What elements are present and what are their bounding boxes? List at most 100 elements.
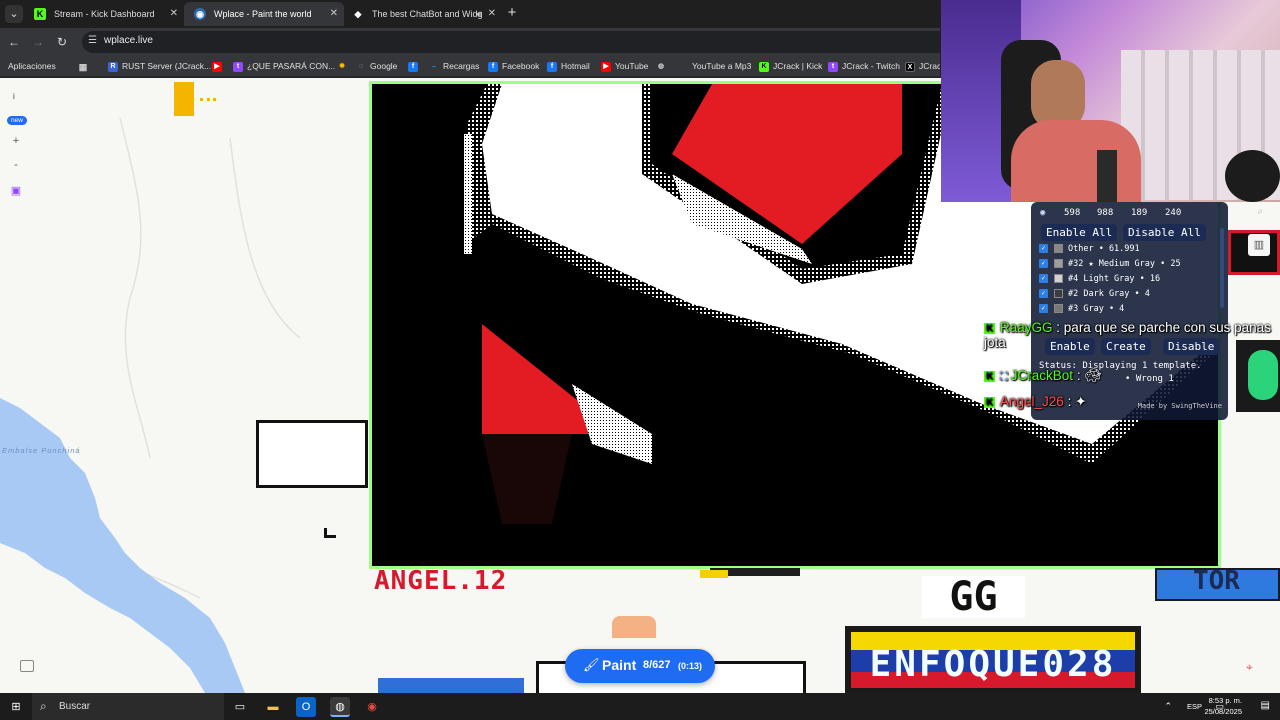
bookmark-label: Recargas: [443, 61, 480, 71]
bookmark-jcrack-kick[interactable]: K JCrack | Kick: [759, 59, 822, 74]
taskbar-search[interactable]: ⌕ Buscar: [32, 693, 224, 720]
bookmark-grid[interactable]: ▦: [78, 59, 92, 74]
bookmark-jcrack-x[interactable]: X JCrack: [905, 59, 940, 74]
bookmark-facebook[interactable]: f Facebook: [488, 59, 539, 74]
bookmark-label: Facebook: [502, 61, 540, 71]
clock-time[interactable]: 8:53 p. m.: [1198, 696, 1242, 705]
speaker-icon[interactable]: 🔊︎: [476, 2, 482, 26]
bookmark-hotmail[interactable]: f Hotmail: [547, 59, 590, 74]
color-filter-row[interactable]: ✓ #4 Light Gray • 16: [1039, 272, 1160, 286]
pixel-art-rectangle: [256, 420, 368, 488]
tab-chatbot[interactable]: ◆ The best ChatBot and Widg 🔊︎ ✕: [342, 2, 502, 26]
location-icon[interactable]: ⌖: [1246, 660, 1253, 675]
color-filter-row[interactable]: ✓ Other • 61.991: [1039, 242, 1140, 256]
clock-date[interactable]: 25/08/2025: [1198, 707, 1242, 716]
chart-icon[interactable]: ▥: [1248, 234, 1270, 256]
address-bar[interactable]: ☰ wplace.live: [82, 31, 940, 53]
chrome-icon[interactable]: ◍: [330, 697, 350, 717]
paint-timer: (0:13): [678, 661, 703, 671]
close-icon[interactable]: ✕: [330, 2, 338, 26]
tile-x[interactable]: 598: [1064, 208, 1080, 218]
chevron-up-icon[interactable]: ⌃: [1164, 701, 1172, 712]
kick-icon: K: [34, 8, 46, 20]
bookmark-youtube-red[interactable]: ▶: [212, 59, 226, 74]
color-filter-row[interactable]: ✓ #32 ★ Medium Gray • 25: [1039, 257, 1181, 271]
bookmark-apps[interactable]: Aplicaciones: [8, 59, 56, 74]
paint-charges: 8/627: [643, 659, 671, 671]
rust-icon: R: [108, 62, 118, 72]
chat-username: JCrackBot: [1010, 368, 1074, 383]
kick-icon: K: [984, 322, 995, 334]
notifications-icon[interactable]: ▤: [1261, 700, 1270, 711]
chat-message: K ⛶ JCrackBot : 🐢︎: [984, 368, 1101, 384]
tab-title: Wplace - Paint the world: [214, 9, 312, 19]
bookmark-google[interactable]: ◌ Google: [356, 59, 398, 74]
tab-search-chevron-icon[interactable]: ⌄: [5, 5, 23, 23]
bookmark-label: JCrack - Twitch: [842, 61, 900, 71]
file-explorer-icon[interactable]: ▬: [263, 697, 283, 717]
bookmark-youtube[interactable]: ▶ YouTube: [601, 59, 648, 74]
enable-all-button[interactable]: Enable All: [1041, 224, 1118, 241]
new-tab-button[interactable]: +: [504, 4, 520, 22]
bot-icon: ⛶: [1000, 371, 1011, 383]
pin-icon[interactable]: ◉: [1040, 208, 1045, 218]
checkbox-icon[interactable]: ✓: [1039, 304, 1048, 313]
info-icon[interactable]: i: [13, 92, 15, 101]
back-icon[interactable]: ←: [6, 34, 22, 50]
obs-icon[interactable]: ◉: [362, 697, 382, 717]
pixel-x[interactable]: 189: [1131, 208, 1147, 218]
tile-y[interactable]: 988: [1097, 208, 1113, 218]
tab-kick-dashboard[interactable]: K Stream - Kick Dashboard ✕: [24, 2, 184, 26]
chat-message: K RaayGG : para que se parche con sus pan…: [984, 320, 1274, 350]
facebook-icon: f: [547, 62, 557, 72]
emote-icon: 🐢︎: [1084, 368, 1102, 383]
chat-username: Angel_J26: [1000, 394, 1064, 409]
bookmark-recargas[interactable]: ⌢ Recargas: [429, 59, 480, 74]
scrollbar[interactable]: [1220, 228, 1224, 308]
bookmark-rust[interactable]: R RUST Server (JCrack...: [108, 59, 211, 74]
search-icon: ⌕: [40, 699, 47, 713]
bookmark-label: ¿QUE PASARÁ CON...: [247, 61, 336, 71]
checkbox-icon[interactable]: ✓: [1039, 289, 1048, 298]
chat-username: RaayGG: [1000, 320, 1053, 335]
zoom-out-button[interactable]: -: [6, 156, 26, 174]
disable-all-button[interactable]: Disable All: [1123, 224, 1206, 241]
recargas-icon: ⌢: [431, 63, 437, 70]
close-icon[interactable]: ✕: [170, 2, 178, 26]
bookmark-que-pasara[interactable]: t ¿QUE PASARÁ CON...: [233, 59, 335, 74]
task-view-icon[interactable]: ▭: [230, 697, 250, 717]
twitch-icon: t: [233, 62, 243, 72]
checkbox-icon[interactable]: ✓: [1039, 259, 1048, 268]
twitch-icon[interactable]: ▣: [6, 182, 26, 200]
bookmark-label: JCrack: [919, 61, 940, 71]
checkbox-icon[interactable]: ✓: [1039, 244, 1048, 253]
bookmark-facebook-a[interactable]: f: [408, 59, 422, 74]
color-swatch: [1054, 244, 1063, 253]
search-icon[interactable]: ⌕: [1257, 207, 1263, 218]
zoom-in-button[interactable]: +: [6, 132, 26, 150]
tab-wplace[interactable]: ◉ Wplace - Paint the world ✕: [184, 2, 344, 26]
bookmark-youtube-mp3[interactable]: YouTube a Mp3: [678, 59, 751, 74]
windows-start-icon[interactable]: ⊞: [6, 697, 26, 717]
site-info-icon[interactable]: ☰: [88, 35, 97, 46]
color-filter-row[interactable]: ✓ #3 Gray • 4: [1039, 302, 1124, 316]
bookmark-label: Hotmail: [561, 61, 590, 71]
pixel-art-yellow: [174, 82, 194, 116]
forward-icon[interactable]: →: [30, 34, 46, 50]
pixel-art-gg: GG: [922, 576, 1025, 618]
pixel-y[interactable]: 240: [1165, 208, 1181, 218]
google-icon: ◌: [358, 63, 364, 70]
twitch-icon: t: [828, 62, 838, 72]
close-icon[interactable]: ✕: [488, 2, 496, 26]
checkbox-icon[interactable]: ✓: [1039, 274, 1048, 283]
paint-button[interactable]: 🖌︎ Paint 8/627 (0:13): [565, 649, 715, 683]
bookmark-sun[interactable]: ✹: [337, 59, 351, 74]
bookmark-jcrack-twitch[interactable]: t JCrack - Twitch: [828, 59, 900, 74]
bookmark-globe[interactable]: ◍: [656, 59, 670, 74]
windows-taskbar: ⊞ ⌕ Buscar ▭ ▬ O ◍ ◉ ⌃ ESP ▭ 8:53 p. m. …: [0, 693, 1280, 720]
layers-icon[interactable]: [20, 660, 34, 672]
outlook-icon[interactable]: O: [296, 697, 316, 717]
pixel-art-blue-bottom: [378, 678, 524, 693]
reload-icon[interactable]: ↻: [54, 34, 70, 50]
color-filter-row[interactable]: ✓ #2 Dark Gray • 4: [1039, 287, 1150, 301]
